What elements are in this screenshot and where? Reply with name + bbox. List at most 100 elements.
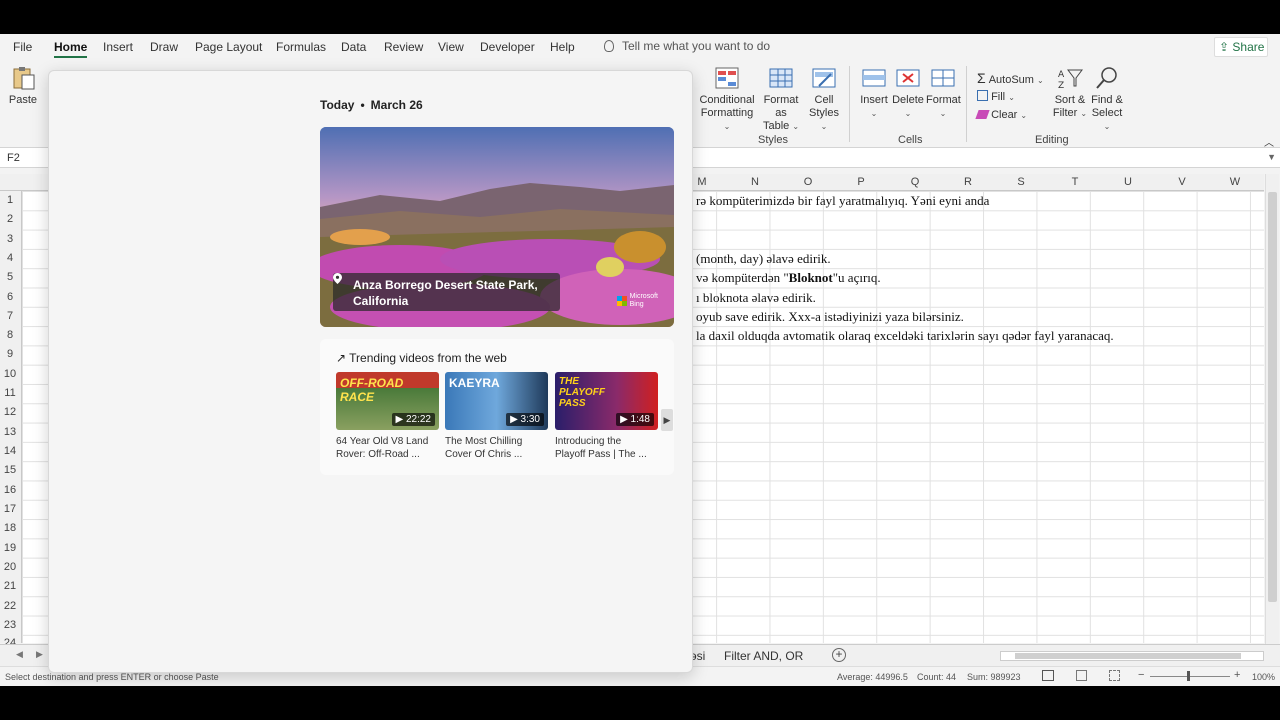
column-header[interactable]: O bbox=[799, 176, 817, 188]
find-select-button[interactable]: Find & Select ⌄ bbox=[1088, 66, 1126, 133]
tab-help[interactable]: Help bbox=[550, 40, 575, 54]
row-header[interactable]: 17 bbox=[0, 503, 20, 515]
column-header[interactable]: W bbox=[1226, 176, 1244, 188]
row-header[interactable]: 2 bbox=[0, 213, 20, 225]
row-header[interactable]: 12 bbox=[0, 406, 20, 418]
video-card[interactable]: OFF-ROAD RACE ▶ 22:22 64 Year Old V8 Lan… bbox=[336, 372, 439, 461]
zoom-slider[interactable] bbox=[1150, 676, 1230, 677]
tab-insert[interactable]: Insert bbox=[103, 40, 133, 54]
cell-text-row-4[interactable]: (month, day) əlavə edirik. bbox=[696, 251, 831, 267]
prev-sheet-icon[interactable]: ◀ bbox=[16, 649, 23, 660]
share-button[interactable]: ⇪ Share bbox=[1214, 37, 1268, 57]
tab-review[interactable]: Review bbox=[384, 40, 423, 54]
row-header[interactable]: 16 bbox=[0, 484, 20, 496]
menu-bar: File Home Insert Draw Page Layout Formul… bbox=[0, 34, 1280, 60]
row-header[interactable]: 5 bbox=[0, 271, 20, 283]
photo-of-the-day[interactable]: Anza Borrego Desert State Park, Californ… bbox=[320, 127, 674, 327]
row-header[interactable]: 6 bbox=[0, 291, 20, 303]
tab-developer[interactable]: Developer bbox=[480, 40, 535, 54]
add-sheet-button[interactable]: + bbox=[832, 648, 846, 662]
format-cells-button[interactable]: Format ⌄ bbox=[926, 66, 961, 120]
scroll-thumb[interactable] bbox=[1015, 653, 1241, 659]
paste-button[interactable]: Paste bbox=[8, 66, 38, 107]
column-header[interactable]: T bbox=[1066, 176, 1084, 188]
chevron-right-icon: ▶ bbox=[663, 415, 671, 425]
excel-window: File Home Insert Draw Page Layout Formul… bbox=[0, 34, 1280, 686]
tell-me-search[interactable]: Tell me what you want to do bbox=[604, 39, 770, 53]
autosum-button[interactable]: Σ AutoSum ⌄ bbox=[977, 70, 1044, 86]
row-header[interactable]: 4 bbox=[0, 252, 20, 264]
row-header[interactable]: 8 bbox=[0, 329, 20, 341]
video-title: 64 Year Old V8 Land Rover: Off-Road ... bbox=[336, 435, 439, 461]
row-header[interactable]: 20 bbox=[0, 561, 20, 573]
zoom-in-icon[interactable]: + bbox=[1234, 669, 1240, 681]
video-title-line: Rover: Off-Road ... bbox=[336, 449, 420, 460]
video-card[interactable]: THE PLAYOFF PASS ▶ 1:48 Introducing the P… bbox=[555, 372, 658, 461]
column-header[interactable]: P bbox=[852, 176, 870, 188]
cell-text-row-5[interactable]: və kompüterdən "Bloknot"u açırıq. bbox=[696, 270, 881, 286]
cell-styles-button[interactable]: Cell Styles ⌄ bbox=[806, 66, 842, 133]
zoom-slider-thumb[interactable] bbox=[1187, 671, 1190, 681]
row-header[interactable]: 1 bbox=[0, 194, 20, 206]
sort-filter-button[interactable]: AZ Sort & Filter ⌄ bbox=[1050, 66, 1090, 120]
page-layout-view-icon[interactable] bbox=[1076, 670, 1087, 681]
tab-draw[interactable]: Draw bbox=[150, 40, 178, 54]
tab-home[interactable]: Home bbox=[54, 40, 88, 58]
row-header[interactable]: 21 bbox=[0, 580, 20, 592]
conditional-formatting-button[interactable]: Conditional Formatting ⌄ bbox=[698, 66, 756, 133]
tab-formulas[interactable]: Formulas bbox=[276, 40, 326, 54]
scroll-thumb[interactable] bbox=[1268, 192, 1277, 602]
row-header[interactable]: 3 bbox=[0, 233, 20, 245]
tab-view[interactable]: View bbox=[438, 40, 464, 54]
zoom-level[interactable]: 100% bbox=[1252, 672, 1275, 682]
column-header[interactable]: M bbox=[693, 176, 711, 188]
tab-file[interactable]: File bbox=[13, 40, 32, 54]
row-header[interactable]: 9 bbox=[0, 348, 20, 360]
next-sheet-icon[interactable]: ▶ bbox=[36, 649, 43, 660]
vertical-scrollbar[interactable] bbox=[1265, 174, 1279, 644]
format-as-table-button[interactable]: Format as Table ⌄ bbox=[757, 66, 805, 133]
location-caption[interactable]: Anza Borrego Desert State Park, Californ… bbox=[333, 273, 560, 311]
row-header[interactable]: 23 bbox=[0, 619, 20, 631]
column-header[interactable]: V bbox=[1173, 176, 1191, 188]
tab-page-layout[interactable]: Page Layout bbox=[195, 40, 262, 54]
thumbnail-label: THE PLAYOFF PASS bbox=[559, 376, 605, 409]
cell-text-row-6[interactable]: ı bloknota əlavə edirik. bbox=[696, 290, 816, 306]
expand-formula-icon[interactable]: ▼ bbox=[1267, 152, 1276, 162]
video-card[interactable]: KAEYRA ▶ 3:30 The Most Chilling Cover Of … bbox=[445, 372, 548, 461]
video-duration: ▶ 22:22 bbox=[391, 413, 435, 426]
fill-button[interactable]: Fill ⌄ bbox=[977, 90, 1015, 103]
cell-text-row-7[interactable]: oyub save edirik. Xxx-a istədiyinizi yaz… bbox=[696, 309, 964, 325]
row-header[interactable]: 14 bbox=[0, 445, 20, 457]
column-header[interactable]: U bbox=[1119, 176, 1137, 188]
row-header[interactable]: 13 bbox=[0, 426, 20, 438]
video-duration: ▶ 1:48 bbox=[616, 413, 654, 426]
row-header[interactable]: 11 bbox=[0, 387, 20, 399]
ms-line-1: Microsoft bbox=[629, 293, 658, 300]
name-box[interactable]: F2 bbox=[2, 149, 46, 167]
horizontal-scrollbar[interactable] bbox=[1000, 651, 1264, 661]
column-header[interactable]: N bbox=[746, 176, 764, 188]
row-header[interactable]: 7 bbox=[0, 310, 20, 322]
tab-data[interactable]: Data bbox=[341, 40, 366, 54]
row-header[interactable]: 15 bbox=[0, 464, 20, 476]
page-break-view-icon[interactable] bbox=[1109, 670, 1120, 681]
play-icon: ▶ bbox=[510, 414, 521, 425]
row-header[interactable]: 18 bbox=[0, 522, 20, 534]
column-header[interactable]: S bbox=[1012, 176, 1030, 188]
sheet-tab-filter-and-or[interactable]: Filter AND, OR bbox=[724, 649, 803, 663]
normal-view-icon[interactable] bbox=[1042, 670, 1054, 681]
insert-cells-button[interactable]: Insert ⌄ bbox=[858, 66, 890, 120]
row-header[interactable]: 22 bbox=[0, 600, 20, 612]
cell-text-row-1[interactable]: rə kompüterimizdə bir fayl yaratmalıyıq.… bbox=[696, 193, 989, 209]
cell-text-row-8[interactable]: la daxil olduqda avtomatik olaraq exceld… bbox=[696, 328, 1114, 344]
zoom-out-icon[interactable]: − bbox=[1138, 669, 1144, 681]
delete-cells-button[interactable]: Delete ⌄ bbox=[892, 66, 924, 120]
clear-button[interactable]: Clear ⌄ bbox=[975, 109, 1027, 121]
next-videos-button[interactable]: ▶ bbox=[661, 409, 673, 431]
column-header[interactable]: R bbox=[959, 176, 977, 188]
row-header[interactable]: 10 bbox=[0, 368, 20, 380]
column-header[interactable]: Q bbox=[906, 176, 924, 188]
collapse-ribbon-icon[interactable]: ︿ bbox=[1264, 134, 1274, 149]
row-header[interactable]: 19 bbox=[0, 542, 20, 554]
